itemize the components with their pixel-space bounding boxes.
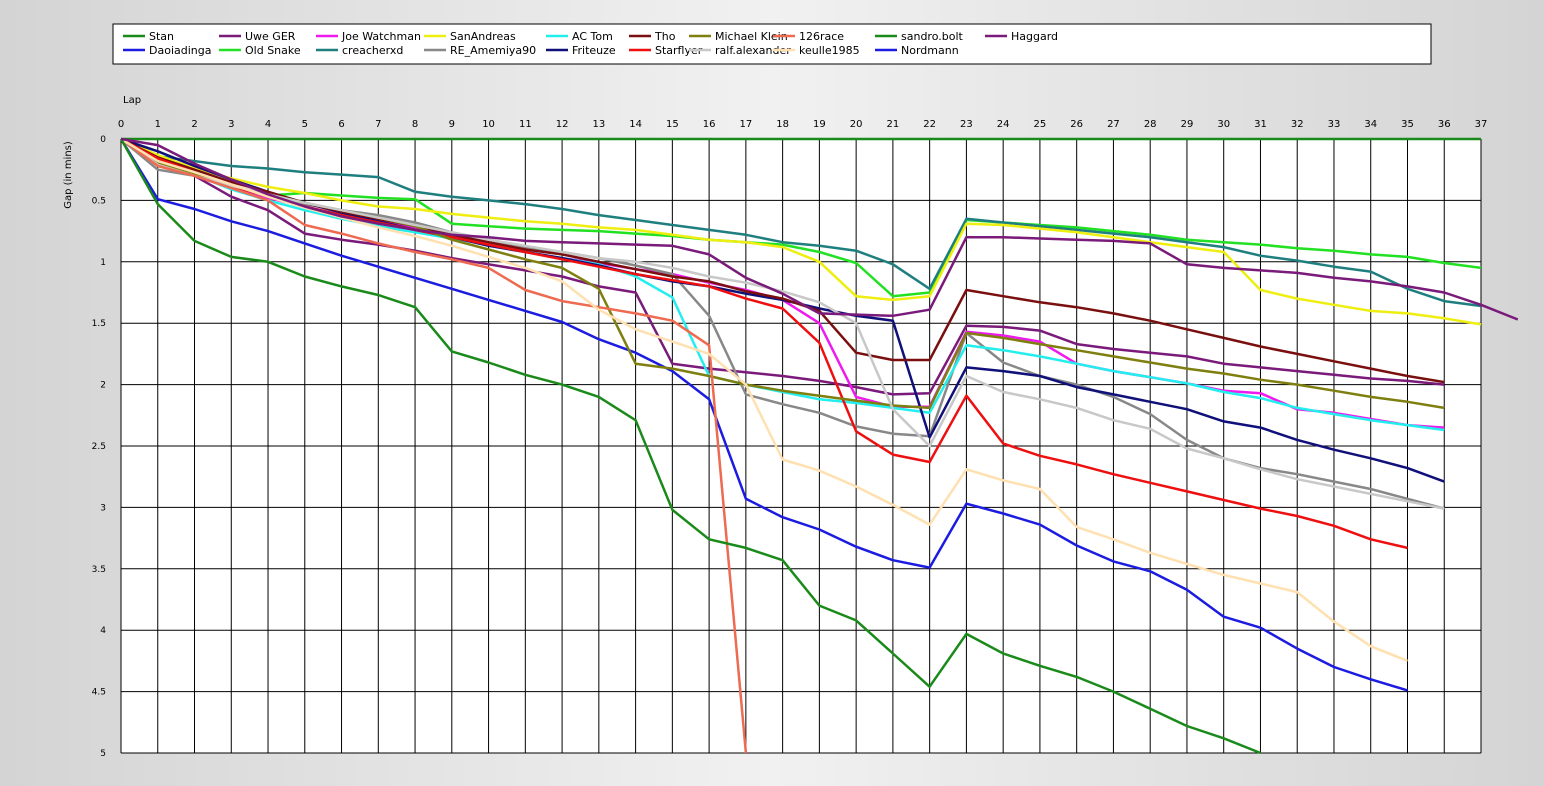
x-tick-label: 22 <box>923 119 936 130</box>
x-tick-label: 6 <box>338 119 344 130</box>
x-tick-label: 32 <box>1291 119 1304 130</box>
x-tick-label: 25 <box>1034 119 1047 130</box>
x-tick-label: 26 <box>1070 119 1083 130</box>
legend-label-17: Nordmann <box>901 44 959 57</box>
legend-label-8: AC Tom <box>572 30 613 43</box>
x-tick-label: 27 <box>1107 119 1120 130</box>
y-tick-label: 2 <box>100 381 106 391</box>
legend-label-15: keulle1985 <box>799 44 860 57</box>
y-tick-label: 4.5 <box>92 688 106 698</box>
x-tick-label: 13 <box>592 119 605 130</box>
legend-label-14: 126race <box>799 30 844 43</box>
x-tick-label: 24 <box>997 119 1010 130</box>
y-tick-label: 2.5 <box>92 442 106 452</box>
y-tick-label: 1 <box>100 258 106 268</box>
x-tick-label: 21 <box>887 119 900 130</box>
x-tick-label: 36 <box>1438 119 1451 130</box>
legend-label-3: Old Snake <box>245 44 301 57</box>
legend-label-0: Stan <box>149 30 174 43</box>
x-tick-label: 33 <box>1328 119 1341 130</box>
legend-label-16: sandro.bolt <box>901 30 964 43</box>
x-tick-label: 7 <box>375 119 381 130</box>
x-tick-label: 18 <box>776 119 789 130</box>
x-tick-label: 34 <box>1364 119 1377 130</box>
x-tick-label: 19 <box>813 119 826 130</box>
x-tick-label: 9 <box>449 119 455 130</box>
y-tick-label: 5 <box>100 749 106 759</box>
legend-label-2: Uwe GER <box>245 30 296 43</box>
x-tick-label: 29 <box>1181 119 1194 130</box>
legend-label-5: creacherxd <box>342 44 403 57</box>
x-tick-label: 37 <box>1475 119 1488 130</box>
x-tick-label: 2 <box>191 119 197 130</box>
legend-label-9: Friteuze <box>572 44 616 57</box>
x-tick-label: 35 <box>1401 119 1414 130</box>
y-tick-label: 0 <box>100 135 106 145</box>
x-tick-label: 3 <box>228 119 234 130</box>
x-tick-label: 20 <box>850 119 863 130</box>
x-tick-label: 16 <box>703 119 716 130</box>
x-tick-label: 12 <box>556 119 569 130</box>
x-tick-label: 23 <box>960 119 973 130</box>
x-tick-label: 11 <box>519 119 532 130</box>
x-tick-label: 15 <box>666 119 679 130</box>
x-axis-ticks: 0 1 2 3 4 5 6 7 8 9 10 11 12 13 14 15 16 17 18 19 20 21 22 23 24… <box>118 119 1488 130</box>
x-tick-label: 8 <box>412 119 418 130</box>
legend: StanDaoiadinga Uwe GEROld Snake Joe Watchm… <box>112 23 1432 65</box>
x-tick-label: 0 <box>118 119 124 130</box>
x-tick-label: 10 <box>482 119 495 130</box>
legend-label-18: Haggard <box>1011 30 1058 43</box>
y-axis-label: Gap (in mins) <box>63 141 74 209</box>
x-tick-label: 4 <box>265 119 271 130</box>
legend-label-1: Daoiadinga <box>149 44 211 57</box>
legend-label-4: Joe Watchman <box>341 30 421 43</box>
y-axis-ticks: 0 0.5 1 1.5 2 2.5 3 3.5 4 4.5 5 <box>92 135 107 759</box>
x-tick-label: 17 <box>739 119 752 130</box>
x-tick-label: 1 <box>155 119 161 130</box>
legend-label-6: SanAndreas <box>450 30 516 43</box>
legend-label-10: Tho <box>654 30 676 43</box>
y-tick-label: 1.5 <box>92 319 106 329</box>
y-tick-label: 4 <box>100 626 106 636</box>
x-tick-label: 14 <box>629 119 642 130</box>
x-tick-label: 28 <box>1144 119 1157 130</box>
x-tick-label: 30 <box>1217 119 1230 130</box>
y-tick-label: 0.5 <box>92 196 106 206</box>
legend-label-7: RE_Amemiya90 <box>450 44 536 57</box>
lap-gap-chart: StanDaoiadinga Uwe GEROld Snake Joe Watchm… <box>63 23 1519 759</box>
y-tick-label: 3.5 <box>92 565 106 575</box>
x-tick-label: 31 <box>1254 119 1267 130</box>
x-axis-label: Lap <box>123 95 141 106</box>
y-tick-label: 3 <box>100 503 106 513</box>
x-tick-label: 5 <box>302 119 308 130</box>
